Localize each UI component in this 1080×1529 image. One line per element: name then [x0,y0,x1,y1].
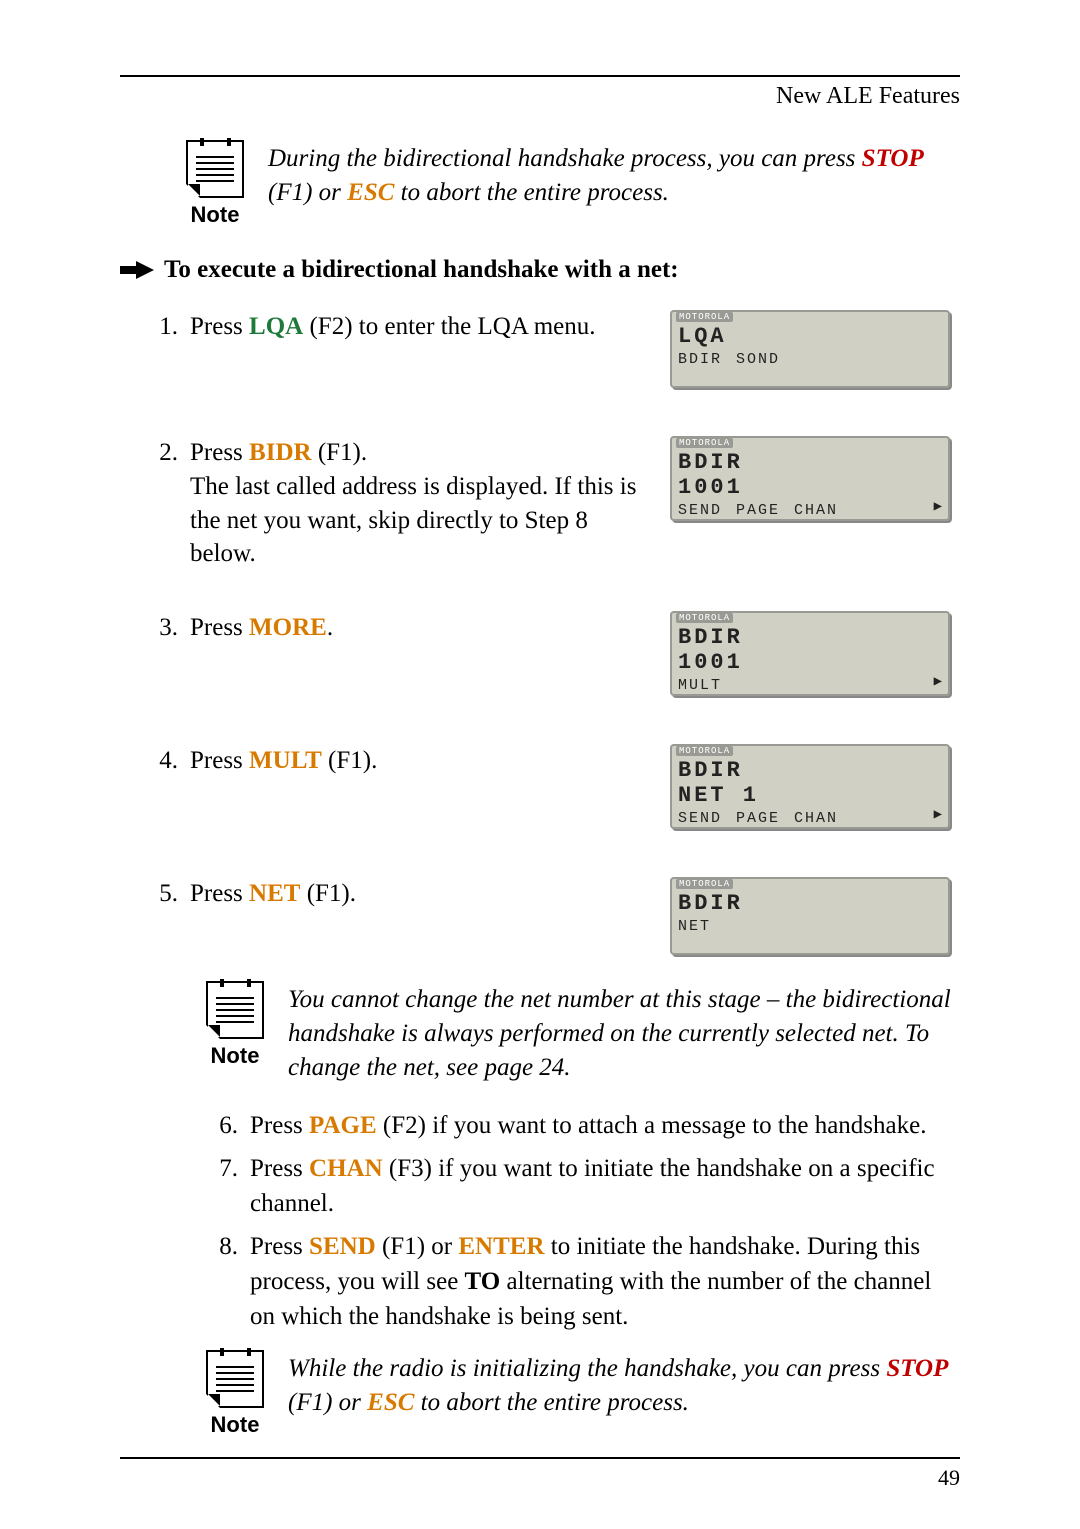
page-number: 49 [938,1465,960,1491]
step-2: 2.Press BIDR (F1). The last called addre… [120,436,670,571]
caret-icon: ▶ [934,498,944,515]
note-icon [206,1350,264,1408]
lcd-screen-3: MOTOROLA BDIR 1001 MULT ▶ [670,611,950,696]
send-keyword: SEND [309,1233,376,1260]
note-text-2: You cannot change the net number at this… [288,981,960,1084]
caret-icon: ▶ [934,673,944,690]
stop-keyword: STOP [862,145,924,172]
lcd-screen-2: MOTOROLA BDIR 1001 SENDPAGECHAN ▶ [670,436,950,521]
footer-rule [120,1457,960,1459]
step-4: 4.Press MULT (F1). [120,744,670,778]
to-keyword: TO [465,1268,501,1295]
note-block-3: Note While the radio is initializing the… [200,1350,960,1438]
step-1: 1.Press LQA (F2) to enter the LQA menu. [120,310,670,344]
note-block-1: Note During the bidirectional handshake … [180,140,960,228]
lqa-keyword: LQA [249,313,303,340]
more-keyword: MORE [249,614,327,641]
note-icon [186,140,244,198]
caret-icon: ▶ [934,806,944,823]
net-keyword: NET [249,880,300,907]
lcd-screen-5: MOTOROLA BDIR NET [670,877,950,955]
note-icon [206,981,264,1039]
esc-keyword: ESC [367,1389,414,1416]
note-block-2: Note You cannot change the net number at… [200,981,960,1084]
bidr-keyword: BIDR [249,439,312,466]
note-text-3: While the radio is initializing the hand… [288,1350,960,1420]
note-label: Note [191,202,240,228]
page-keyword: PAGE [309,1112,377,1139]
step-3: 3.Press MORE. [120,611,670,645]
section-heading: To execute a bidirectional handshake wit… [120,256,960,284]
section-title: To execute a bidirectional handshake wit… [164,256,679,284]
note-text-1: During the bidirectional handshake proce… [268,140,960,210]
mult-keyword: MULT [249,747,322,774]
stop-keyword: STOP [886,1355,948,1382]
page-header: New ALE Features [120,83,960,110]
note-label: Note [211,1043,260,1069]
step-5: 5.Press NET (F1). [120,877,670,911]
step-7: 7. Press CHAN (F3) if you want to initia… [180,1151,960,1221]
header-rule [120,75,960,77]
step-6: 6. Press PAGE (F2) if you want to attach… [180,1108,960,1143]
note-label: Note [211,1412,260,1438]
esc-keyword: ESC [347,179,394,206]
lcd-screen-4: MOTOROLA BDIR NET 1 SENDPAGECHAN ▶ [670,744,950,829]
chan-keyword: CHAN [309,1155,383,1182]
enter-keyword: ENTER [458,1233,544,1260]
lcd-screen-1: MOTOROLA LQA BDIRSOND [670,310,950,388]
step-8: 8. Press SEND (F1) or ENTER to initiate … [180,1229,960,1334]
